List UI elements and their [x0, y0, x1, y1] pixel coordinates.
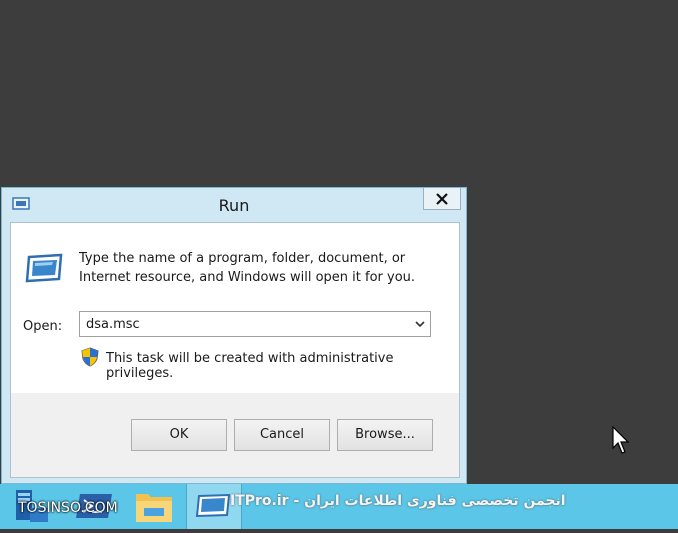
open-label: Open:	[23, 319, 63, 334]
dialog-body: Type the name of a program, folder, docu…	[10, 222, 460, 478]
admin-privileges-note: This task will be created with administr…	[106, 351, 394, 381]
cancel-button[interactable]: Cancel	[234, 419, 330, 451]
open-combobox[interactable]	[79, 311, 431, 337]
ok-button[interactable]: OK	[131, 419, 227, 451]
dialog-description: Type the name of a program, folder, docu…	[79, 251, 416, 285]
watermark-right: ITPro.ir - انجمن تخصصی فناوری اطلاعات ای…	[230, 493, 566, 509]
mouse-cursor-icon	[612, 426, 630, 454]
close-button[interactable]	[423, 188, 461, 210]
taskbar-file-explorer[interactable]	[132, 484, 176, 529]
run-dialog: Run Type the name of a program, folder, …	[1, 187, 467, 484]
open-input[interactable]	[80, 312, 418, 336]
title-bar[interactable]: Run	[2, 188, 466, 222]
browse-button[interactable]: Browse...	[337, 419, 433, 451]
run-program-icon	[25, 253, 63, 283]
close-icon	[436, 192, 448, 205]
uac-shield-icon	[81, 347, 99, 367]
file-explorer-icon	[136, 494, 172, 522]
watermark-left: TOSINSO.COM	[18, 500, 118, 516]
dialog-title: Run	[218, 196, 250, 215]
chevron-down-icon[interactable]	[414, 318, 426, 330]
